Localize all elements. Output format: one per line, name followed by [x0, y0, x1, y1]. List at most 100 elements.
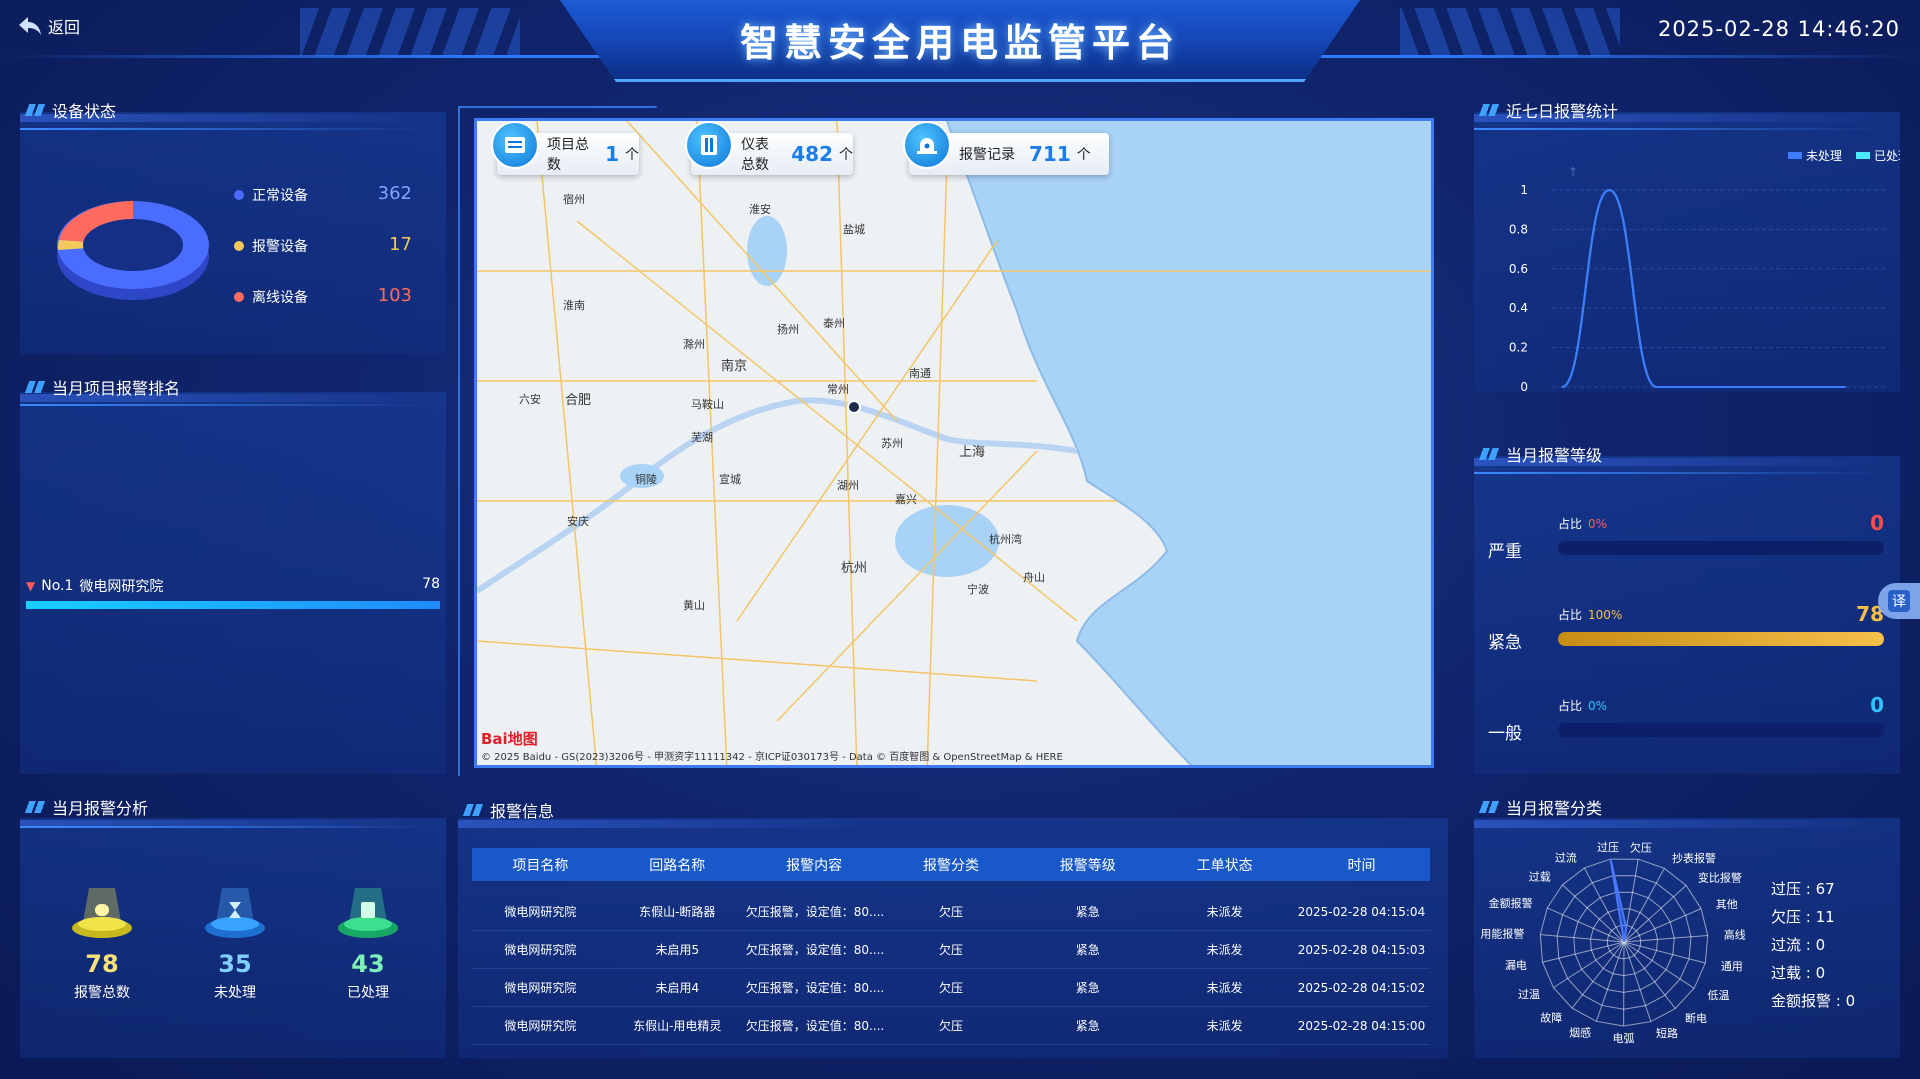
- back-button[interactable]: 返回: [18, 14, 80, 38]
- city-label: 杭州湾: [989, 533, 1022, 546]
- column-header: 报警等级: [1059, 857, 1116, 874]
- stat-value: 482: [791, 142, 833, 166]
- alarm-level-title-text: 当月报警等级: [1506, 446, 1603, 465]
- title-mark-icon: [24, 104, 46, 116]
- ratio-label: 占比: [1558, 608, 1583, 622]
- city-label: 上海: [959, 445, 986, 460]
- analysis-label: 未处理: [214, 985, 256, 1001]
- ratio-value: 0%: [1588, 517, 1608, 531]
- series-line: [1561, 188, 1846, 388]
- table-cell: 紧急: [1075, 981, 1100, 995]
- map-view[interactable]: 徐州宿州淮安盐城淮南滁州扬州泰州南京合肥六安马鞍山常州南通芜湖苏州上海铜陵宣城湖…: [474, 118, 1434, 768]
- meter-icon: [685, 121, 733, 169]
- radar-axis-label: 过温: [1518, 988, 1540, 1001]
- alarm-light-icon: [903, 121, 951, 169]
- hourglass-pedestal-icon: [205, 888, 265, 938]
- radar-axis-label: 用能报警: [1480, 927, 1524, 941]
- separator: :: [1801, 880, 1816, 898]
- alarm-category-title-text: 当月报警分类: [1506, 799, 1603, 818]
- city-label: 黄山: [683, 599, 705, 612]
- title-mark-icon: [462, 804, 484, 816]
- separator: :: [1831, 992, 1846, 1010]
- y-tick-label: 0.8: [1509, 222, 1528, 236]
- city-label: 舟山: [1023, 571, 1045, 584]
- city-label: 安庆: [567, 515, 589, 528]
- table-cell: 欠压报警，设定值：80....: [745, 905, 883, 919]
- title-underline: [1474, 472, 1884, 474]
- table-cell: 欠压报警，设定值：80....: [745, 943, 883, 957]
- legend-label: 报警设备: [252, 239, 308, 255]
- ratio-label: 占比: [1558, 517, 1583, 531]
- table-cell: 紧急: [1075, 943, 1100, 957]
- legend-dot: [234, 292, 244, 302]
- rank-project-name: 微电网研究院: [79, 579, 164, 595]
- radar-axis-label: 电弧: [1613, 1031, 1635, 1045]
- radar-axis-label: 烟感: [1569, 1026, 1591, 1040]
- datetime: 2025-02-28 14:46:20: [1657, 17, 1900, 41]
- table-row[interactable]: 微电网研究院 未启用4 欠压报警，设定值：80.... 欠压 紧急 未派发 2025-02-…: [472, 969, 1430, 1007]
- category-count: 11: [1815, 908, 1835, 926]
- rank-value: 78: [422, 576, 440, 592]
- ranking-title-text: 当月项目报警排名: [52, 379, 181, 398]
- city-label: 扬州: [777, 323, 799, 336]
- rank-bar-fill: [26, 601, 440, 609]
- table-cell: 未派发: [1206, 905, 1243, 919]
- city-label: 六安: [519, 393, 541, 406]
- level-ratio: 占比 0%: [1558, 515, 1607, 532]
- city-label: 苏州: [881, 437, 903, 450]
- table-cell: 欠压报警，设定值：80....: [745, 1019, 883, 1033]
- alarm-count: 17: [389, 234, 412, 255]
- table-cell: 东假山-断路器: [639, 905, 716, 919]
- title-mark-icon: [24, 381, 46, 393]
- radar-axis: [1547, 907, 1625, 943]
- city-label: 马鞍山: [691, 398, 724, 411]
- column-header: 回路名称: [649, 857, 706, 874]
- alarm-pedestal-icon: [72, 888, 132, 938]
- table-cell: 微电网研究院: [504, 1019, 577, 1033]
- map-canvas: [477, 121, 1431, 765]
- table-cell: 微电网研究院: [504, 981, 577, 995]
- ratio-label: 占比: [1558, 699, 1583, 713]
- table-row[interactable]: 微电网研究院 东假山-用电精灵 欠压报警，设定值：80.... 欠压 紧急 未派发 2025…: [472, 1007, 1430, 1045]
- table-cell: 2025-02-28 04:15:04: [1297, 904, 1426, 919]
- back-arrow-icon: [19, 17, 41, 35]
- stat-unit: 个: [1076, 147, 1091, 163]
- title-underline: [20, 128, 430, 130]
- stat-card-alarms: 报警记录 711 个: [903, 121, 1109, 175]
- alarm-info-title-text: 报警信息: [490, 802, 555, 821]
- header-decoration-left: [300, 8, 520, 56]
- radar-axis-label: 过流: [1555, 850, 1577, 864]
- category-summary-item: 金额报警 : 0: [1771, 990, 1855, 1011]
- map-copyright: © 2025 Baidu - GS(2023)3206号 - 甲测资字11111…: [481, 752, 1063, 763]
- ranking-title: 当月项目报警排名: [24, 374, 180, 400]
- level-ratio: 占比 100%: [1558, 606, 1622, 623]
- series-line: [1561, 188, 1846, 388]
- ranking-item: ▼ No.1 微电网研究院: [26, 576, 163, 596]
- radar-axis-label: 漏电: [1505, 959, 1527, 972]
- stat-label: 仪表总数: [741, 137, 769, 173]
- category-name: 欠压: [1771, 908, 1802, 926]
- stat-unit: 个: [839, 147, 853, 163]
- separator: :: [1801, 908, 1816, 926]
- analysis-title: 当月报警分析: [24, 794, 148, 820]
- radar-axis-label: 金额报警: [1489, 896, 1533, 910]
- category-name: 过压: [1771, 880, 1802, 898]
- analysis-unprocessed: 35 未处理: [190, 886, 280, 1002]
- device-donut-chart: [57, 201, 209, 300]
- legend-swatch: [1788, 152, 1802, 159]
- translate-label: 译: [1888, 590, 1910, 612]
- alarm-category-title: 当月报警分类: [1478, 794, 1602, 820]
- level-count: 0: [1870, 693, 1884, 717]
- y-tick-label: 0.6: [1509, 262, 1528, 276]
- analysis-value: 43: [351, 950, 385, 978]
- radar-axis: [1623, 941, 1695, 989]
- column-header: 报警分类: [922, 857, 979, 874]
- alarm-level-title: 当月报警等级: [1478, 441, 1602, 467]
- level-name: 严重: [1488, 542, 1522, 562]
- translate-button[interactable]: 译: [1878, 583, 1920, 619]
- title-mark-icon: [1478, 104, 1500, 116]
- table-row[interactable]: 微电网研究院 东假山-断路器 欠压报警，设定值：80.... 欠压 紧急 未派发 2025-…: [472, 893, 1430, 931]
- weekly-line-chart: 00.20.40.60.812025-02-282025-02-262025-0…: [1509, 149, 1900, 392]
- table-row[interactable]: 微电网研究院 未启用5 欠压报警，设定值：80.... 欠压 紧急 未派发 2025-02-…: [472, 931, 1430, 969]
- project-location-marker[interactable]: [847, 400, 861, 414]
